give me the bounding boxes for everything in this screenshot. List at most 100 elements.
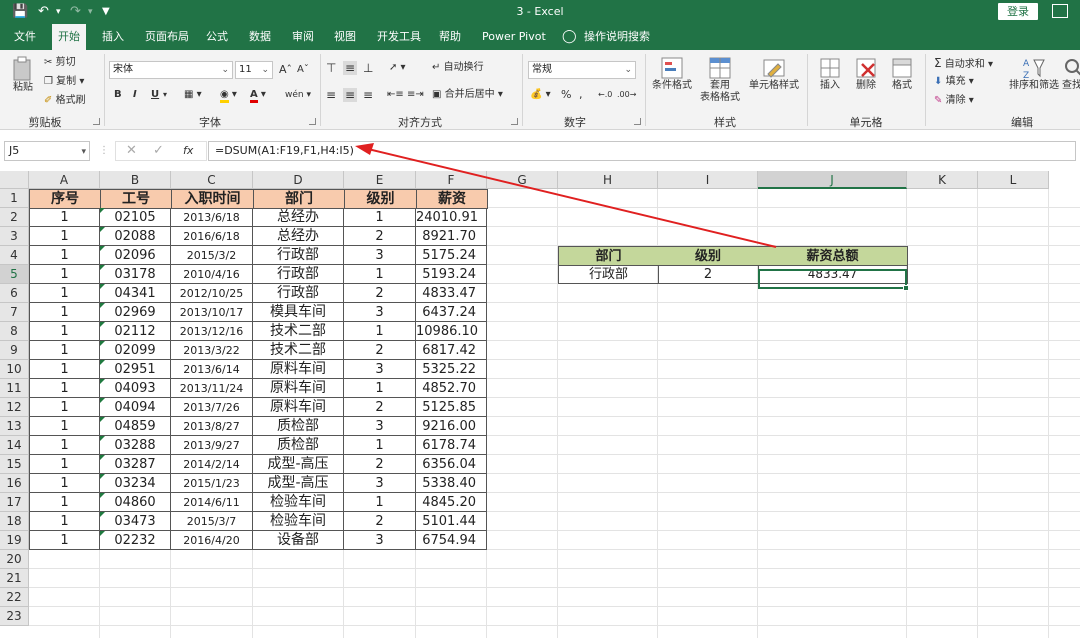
format-painter-button[interactable]: ✐ 格式刷 bbox=[44, 94, 86, 108]
row-header[interactable]: 4 bbox=[0, 246, 29, 265]
phonetic-icon[interactable]: wén ▾ bbox=[285, 88, 311, 102]
row-header[interactable]: 23 bbox=[0, 607, 29, 626]
table-cell[interactable]: 24010.91 bbox=[416, 208, 487, 227]
table-cell[interactable]: 02088 bbox=[100, 227, 171, 246]
table-cell[interactable]: 03473 bbox=[100, 512, 171, 531]
increase-indent-icon[interactable]: ≡⇥ bbox=[407, 88, 424, 102]
column-header[interactable]: I bbox=[658, 171, 758, 189]
insert-function-button[interactable]: fx bbox=[183, 144, 193, 157]
column-header[interactable]: K bbox=[907, 171, 978, 189]
table-cell[interactable]: 2 bbox=[344, 398, 416, 417]
tab-help[interactable]: 帮助 bbox=[433, 24, 467, 50]
align-top-icon[interactable]: ⊤ bbox=[326, 61, 336, 75]
table-cell[interactable]: 04859 bbox=[100, 417, 171, 436]
fill-color-icon[interactable]: ◉ ▾ bbox=[220, 88, 237, 103]
table-cell[interactable]: 1 bbox=[29, 436, 100, 455]
table-cell[interactable]: 1 bbox=[29, 474, 100, 493]
worksheet-grid[interactable]: ABCDEFGHIJKL 1 2 3 4 5 6 7 8 9 10 11 12 13 14 15 16 17 18… bbox=[0, 171, 1080, 638]
select-all-corner[interactable] bbox=[0, 171, 29, 189]
table-cell[interactable]: 03288 bbox=[100, 436, 171, 455]
table-cell[interactable]: 3 bbox=[344, 417, 416, 436]
borders-icon[interactable]: ▦ ▾ bbox=[184, 88, 202, 102]
decrease-indent-icon[interactable]: ⇤≡ bbox=[387, 88, 404, 102]
table-cell[interactable]: 8921.70 bbox=[416, 227, 487, 246]
table-cell[interactable]: 检验车间 bbox=[253, 512, 344, 531]
table-cell[interactable]: 3 bbox=[344, 303, 416, 322]
bold-button[interactable]: B bbox=[114, 88, 122, 102]
table-cell[interactable]: 2014/6/11 bbox=[171, 493, 253, 512]
table-cell[interactable]: 2013/11/24 bbox=[171, 379, 253, 398]
table-cell[interactable]: 2 bbox=[344, 227, 416, 246]
table-header-cell[interactable]: 入职时间 bbox=[171, 189, 254, 209]
align-center-icon[interactable]: ≡ bbox=[343, 88, 358, 102]
row-header[interactable]: 21 bbox=[0, 569, 29, 588]
table-cell[interactable]: 行政部 bbox=[253, 246, 344, 265]
row-header[interactable]: 3 bbox=[0, 227, 29, 246]
table-cell[interactable]: 02096 bbox=[100, 246, 171, 265]
table-cell[interactable]: 2013/3/22 bbox=[171, 341, 253, 360]
criteria-value-cell[interactable]: 2 bbox=[658, 265, 759, 284]
column-header[interactable]: D bbox=[253, 171, 344, 189]
table-cell[interactable]: 2016/4/20 bbox=[171, 531, 253, 550]
table-cell[interactable]: 1 bbox=[29, 379, 100, 398]
table-cell[interactable]: 成型-高压 bbox=[253, 455, 344, 474]
table-cell[interactable]: 04341 bbox=[100, 284, 171, 303]
column-header[interactable]: G bbox=[487, 171, 558, 189]
table-cell[interactable]: 2013/7/26 bbox=[171, 398, 253, 417]
table-cell[interactable]: 5175.24 bbox=[416, 246, 487, 265]
formula-input[interactable]: =DSUM(A1:F19,F1,H4:I5) bbox=[208, 141, 1076, 161]
format-as-table-button[interactable]: 套用 表格格式 bbox=[695, 56, 745, 104]
table-cell[interactable]: 02232 bbox=[100, 531, 171, 550]
table-cell[interactable]: 10986.10 bbox=[416, 322, 487, 341]
wrap-text-button[interactable]: ↵ 自动换行 bbox=[432, 61, 484, 75]
table-cell[interactable]: 总经办 bbox=[253, 227, 344, 246]
row-header[interactable]: 18 bbox=[0, 512, 29, 531]
table-header-cell[interactable]: 部门 bbox=[253, 189, 345, 209]
row-header[interactable]: 12 bbox=[0, 398, 29, 417]
table-cell[interactable]: 2016/6/18 bbox=[171, 227, 253, 246]
row-header[interactable]: 14 bbox=[0, 436, 29, 455]
table-cell[interactable]: 2 bbox=[344, 341, 416, 360]
table-cell[interactable]: 总经办 bbox=[253, 208, 344, 227]
table-cell[interactable]: 2013/6/18 bbox=[171, 208, 253, 227]
tell-me-search[interactable]: 操作说明搜索 bbox=[578, 24, 656, 50]
table-cell[interactable]: 2013/10/17 bbox=[171, 303, 253, 322]
criteria-value-cell[interactable]: 行政部 bbox=[558, 265, 659, 284]
format-cells-button[interactable]: 格式 bbox=[886, 56, 918, 92]
table-cell[interactable]: 04860 bbox=[100, 493, 171, 512]
table-cell[interactable]: 3 bbox=[344, 474, 416, 493]
fill-handle[interactable] bbox=[903, 285, 909, 291]
table-cell[interactable]: 2014/2/14 bbox=[171, 455, 253, 474]
criteria-header-cell[interactable]: 部门 bbox=[558, 246, 659, 266]
table-cell[interactable]: 1 bbox=[29, 417, 100, 436]
underline-dropdown-icon[interactable]: ▾ bbox=[163, 88, 167, 102]
table-cell[interactable]: 模具车间 bbox=[253, 303, 344, 322]
table-cell[interactable]: 4833.47 bbox=[416, 284, 487, 303]
table-cell[interactable]: 2013/9/27 bbox=[171, 436, 253, 455]
decrease-font-icon[interactable]: Aˇ bbox=[297, 63, 309, 77]
row-header[interactable]: 5 bbox=[0, 265, 29, 284]
italic-button[interactable]: I bbox=[133, 88, 137, 102]
table-cell[interactable]: 02951 bbox=[100, 360, 171, 379]
column-header[interactable]: F bbox=[416, 171, 487, 189]
table-cell[interactable]: 1 bbox=[344, 379, 416, 398]
column-header[interactable]: B bbox=[100, 171, 171, 189]
comma-icon[interactable]: , bbox=[579, 88, 583, 102]
font-launcher-icon[interactable] bbox=[309, 118, 316, 125]
find-select-button[interactable]: 查找 bbox=[1062, 56, 1080, 92]
align-bottom-icon[interactable]: ⊥ bbox=[363, 61, 373, 75]
paste-button[interactable]: 粘贴 bbox=[8, 56, 38, 94]
table-cell[interactable]: 行政部 bbox=[253, 265, 344, 284]
table-cell[interactable]: 1 bbox=[29, 265, 100, 284]
table-header-cell[interactable]: 工号 bbox=[100, 189, 172, 209]
number-format-select[interactable]: 常规 ⌄ bbox=[528, 61, 636, 79]
number-launcher-icon[interactable] bbox=[634, 118, 641, 125]
table-cell[interactable]: 1 bbox=[344, 208, 416, 227]
table-cell[interactable]: 02112 bbox=[100, 322, 171, 341]
table-cell[interactable]: 6356.04 bbox=[416, 455, 487, 474]
table-cell[interactable]: 行政部 bbox=[253, 284, 344, 303]
table-cell[interactable]: 02969 bbox=[100, 303, 171, 322]
row-header[interactable]: 6 bbox=[0, 284, 29, 303]
table-cell[interactable]: 5101.44 bbox=[416, 512, 487, 531]
percent-icon[interactable]: % bbox=[561, 88, 571, 102]
